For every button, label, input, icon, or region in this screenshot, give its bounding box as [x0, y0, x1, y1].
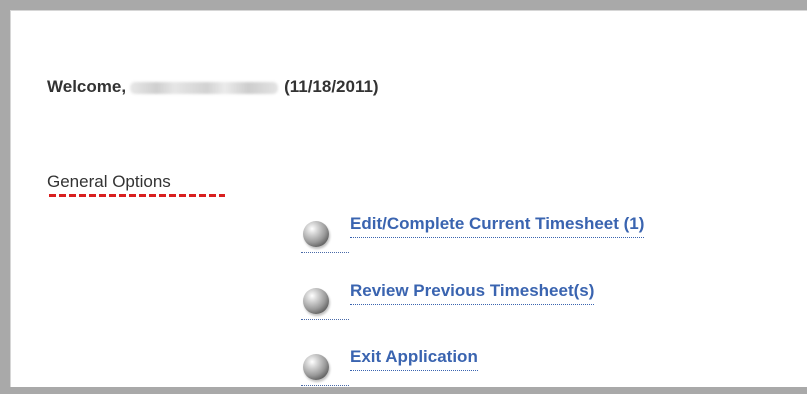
welcome-prefix: Welcome, — [47, 77, 127, 96]
general-options-heading: General Options — [47, 172, 171, 191]
option-exit-application: Exit Application — [293, 347, 793, 387]
bullet-dotted-underline — [301, 252, 349, 253]
option-review-previous-timesheets: Review Previous Timesheet(s) — [293, 281, 793, 321]
spellcheck-underline — [49, 194, 225, 197]
bullet-dotted-underline — [301, 385, 349, 386]
redacted-user-name — [130, 81, 279, 94]
sphere-bullet-icon — [303, 288, 329, 314]
welcome-date: (11/18/2011) — [284, 77, 379, 96]
app-frame: Welcome, (11/18/2011) General Options Edi… — [0, 0, 807, 394]
welcome-message: Welcome, (11/18/2011) — [47, 77, 379, 97]
bullet-dotted-underline — [301, 319, 349, 320]
sphere-bullet-icon — [303, 354, 329, 380]
content-panel: Welcome, (11/18/2011) General Options Edi… — [10, 10, 807, 387]
option-edit-current-timesheet: Edit/Complete Current Timesheet (1) — [293, 214, 793, 254]
review-previous-timesheets-link[interactable]: Review Previous Timesheet(s) — [350, 281, 595, 305]
sphere-bullet-icon — [303, 221, 329, 247]
exit-application-link[interactable]: Exit Application — [350, 347, 478, 371]
edit-current-timesheet-link[interactable]: Edit/Complete Current Timesheet (1) — [350, 214, 645, 238]
